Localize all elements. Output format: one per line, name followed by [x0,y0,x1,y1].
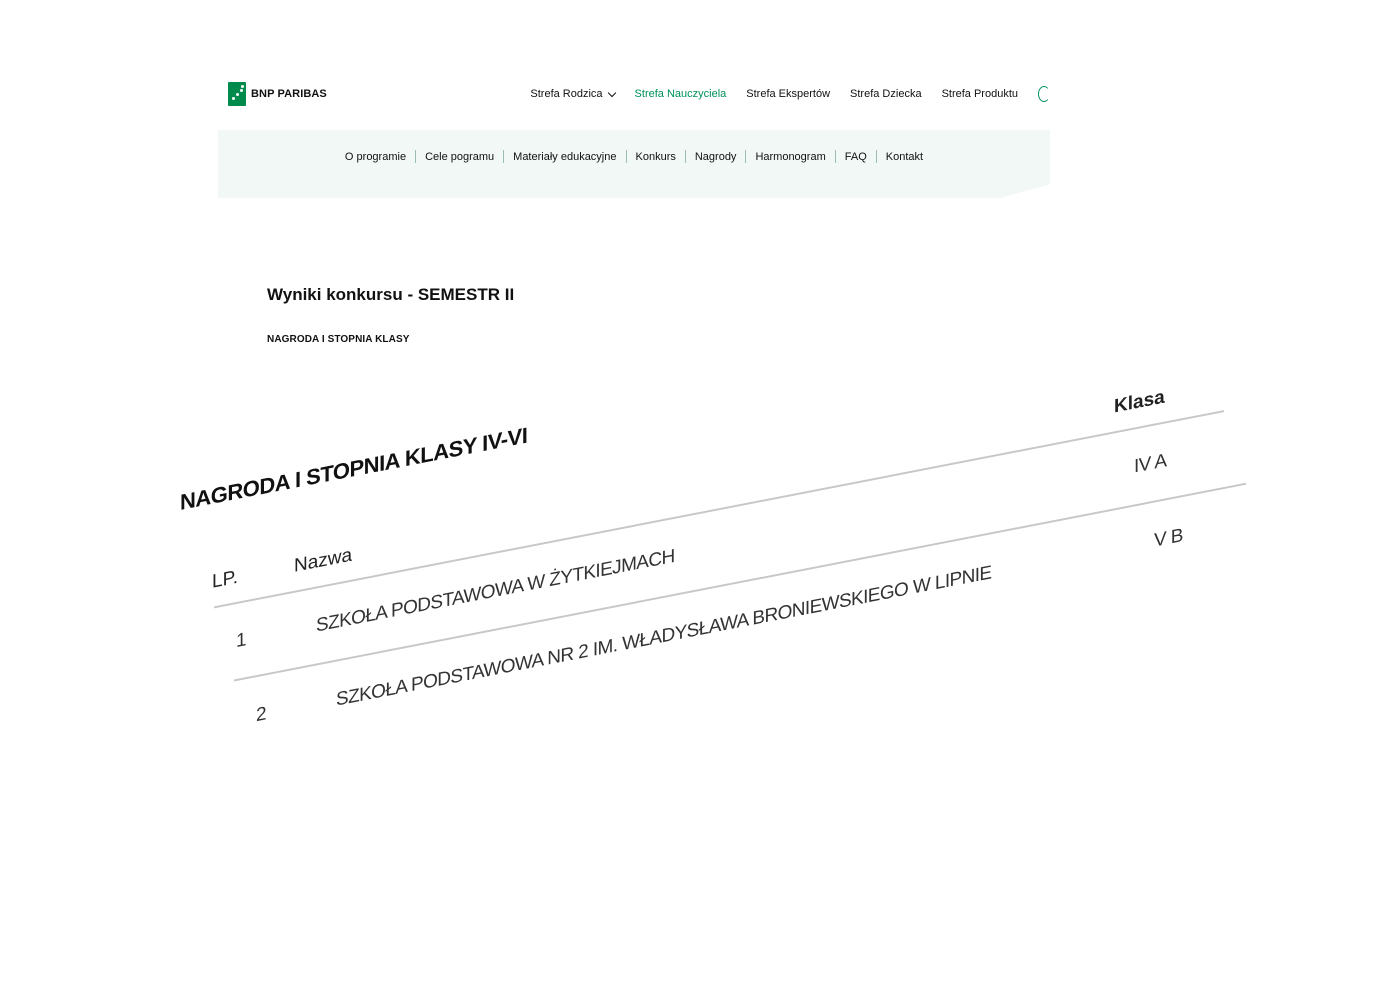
results-heading: NAGRODA I STOPNIA KLASY IV-VI [180,422,528,515]
table-row-2-lp: 2 [256,703,266,727]
column-header-lp: LP. [212,566,239,593]
subnav-divider [503,150,505,163]
subnav-konkurs[interactable]: Konkurs [636,151,676,163]
site-header: BNP PARIBAS Strefa Rodzica Strefa Nauczy… [218,70,1050,118]
nav-strefa-rodzica-label: Strefa Rodzica [530,88,603,100]
nav-strefa-produktu-label: Strefa Produktu [941,88,1018,100]
subnav-divider [684,150,686,163]
subnav-divider [415,150,417,163]
sub-navigation: O programie Cele pogramu Materiały eduka… [218,150,1050,163]
subnav-divider [875,150,877,163]
results-table-overlay: NAGRODA I STOPNIA KLASY IV-VI LP. Nazwa … [180,280,1260,930]
table-row-1-class: IV A [1134,450,1167,478]
nav-strefa-dziecka-label: Strefa Dziecka [850,88,922,100]
nav-strefa-produktu[interactable]: Strefa Produktu [942,88,1018,100]
subnav-o-programie[interactable]: O programie [345,151,406,163]
subnav-faq[interactable]: FAQ [845,151,867,163]
table-row-1-name: SZKOŁA PODSTAWOWA W ŻYTKIEJMACH [316,545,675,637]
chevron-down-icon [607,88,616,97]
table-divider [214,410,1224,608]
subnav-harmonogram[interactable]: Harmonogram [755,151,825,163]
brand-logo[interactable]: BNP PARIBAS [228,82,327,106]
subnav-materialy-edukacyjne[interactable]: Materiały edukacyjne [513,151,616,163]
page: BNP PARIBAS Strefa Rodzica Strefa Nauczy… [0,0,1400,990]
brand-name: BNP PARIBAS [251,88,327,100]
nav-strefa-dziecka[interactable]: Strefa Dziecka [850,88,922,100]
nav-strefa-rodzica[interactable]: Strefa Rodzica [530,88,616,100]
page-title: Wyniki konkursu - SEMESTR II [267,285,515,304]
bnp-stars-icon [228,82,246,106]
table-row-2-class: V B [1154,525,1183,552]
subnav-divider [834,150,836,163]
subnav-band: O programie Cele pogramu Materiały eduka… [218,130,1050,198]
spinner-icon [1038,86,1050,102]
table-divider [234,482,1246,682]
column-header-class: Klasa [1114,386,1165,418]
nav-strefa-ekspertow-label: Strefa Ekspertów [746,88,831,100]
table-row-2-name: SZKOŁA PODSTAWOWA NR 2 IM. WŁADYSŁAWA BR… [336,562,992,711]
subnav-divider [745,150,747,163]
table-row-1-lp: 1 [236,629,246,653]
column-header-name: Nazwa [294,544,353,577]
subnav-divider [625,150,627,163]
subnav-cele-programu[interactable]: Cele pogramu [425,151,494,163]
nav-strefa-nauczyciela[interactable]: Strefa Nauczyciela [635,88,727,100]
nav-strefa-nauczyciela-label: Strefa Nauczyciela [634,88,727,100]
subnav-nagrody[interactable]: Nagrody [695,151,737,163]
subnav-kontakt[interactable]: Kontakt [886,151,923,163]
top-navigation: Strefa Rodzica Strefa Nauczyciela Strefa… [530,86,1050,102]
section-subtitle: NAGRODA I STOPNIA KLASY I-III [267,334,410,345]
nav-strefa-ekspertow[interactable]: Strefa Ekspertów [746,88,830,100]
